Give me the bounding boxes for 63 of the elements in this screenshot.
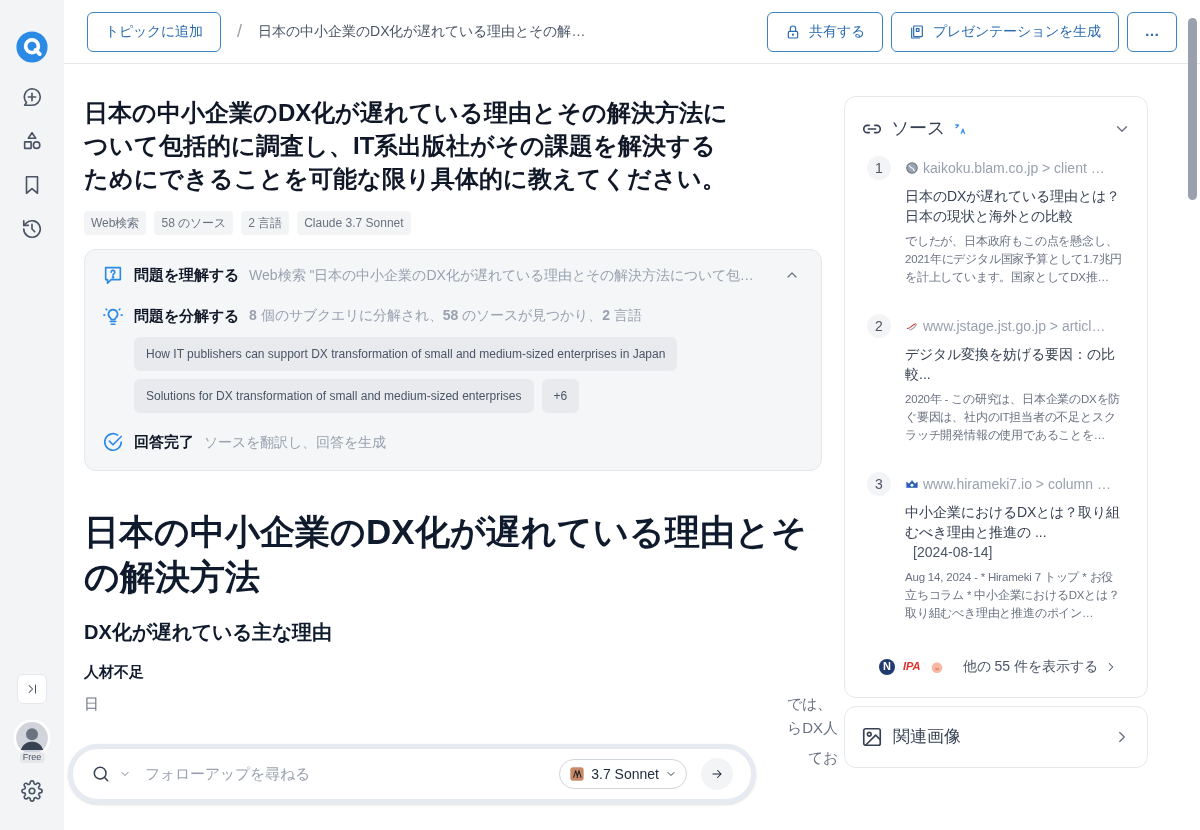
step-title: 問題を分解する: [134, 305, 239, 326]
search-icon[interactable]: [91, 764, 111, 784]
source-title[interactable]: デジタル変換を妨げる要因：の比較...: [905, 344, 1123, 384]
subquery-chip[interactable]: How IT publishers can support DX transformation of small and medium-sized enterprises in Japan: [134, 337, 678, 371]
tag: Web検索: [84, 211, 147, 235]
image-icon: [861, 726, 883, 748]
subquery-chip[interactable]: Solutions for DX transformation of small and medium-sized enterprises: [134, 379, 534, 413]
share-button[interactable]: 共有する: [767, 11, 883, 52]
slides-icon: [909, 23, 925, 40]
arrow-right-icon: [710, 767, 724, 781]
logo-icon: [15, 30, 49, 64]
answer-title: 日本の中小企業のDX化が遅れている理由とその解決方法: [84, 510, 808, 598]
check-circle-icon: [102, 431, 124, 454]
more-queries-chip[interactable]: +6: [541, 379, 580, 413]
followup-input[interactable]: フォローアップを尋ねる: [145, 762, 552, 786]
history-icon[interactable]: [21, 218, 43, 240]
tag: 58 のソース: [154, 211, 234, 235]
crown-logo-icon: [905, 477, 919, 491]
source-number: 3: [867, 472, 891, 496]
tag: 2 言語: [241, 211, 290, 235]
faded-text: では、: [787, 694, 832, 714]
generate-presentation-button[interactable]: プレゼンテーションを生成: [891, 11, 1119, 52]
scrollbar[interactable]: [1188, 18, 1197, 200]
faded-text: てお: [808, 748, 838, 768]
step-detail: ソースを翻訳し、回答を生成: [204, 432, 386, 452]
more-button[interactable]: …: [1127, 11, 1177, 52]
source-number: 2: [867, 314, 891, 338]
show-more-sources-link[interactable]: 他の 55 件を表示する: [962, 656, 1118, 677]
shapes-icon[interactable]: [21, 130, 43, 152]
source-title[interactable]: 中小企業におけるDXとは？取り組むべき理由と推進の ...: [905, 502, 1123, 542]
plan-badge: Free: [19, 752, 45, 763]
step-detail: Web検索 "日本の中小企業のDX化が遅れている理由とその解決方法について包…: [249, 265, 754, 285]
question-bubble-icon: [102, 264, 124, 287]
source-snippet: でしたが、日本政府もこの点を懸念し、2021年にデジタル国家予算として1.7兆円を計上しています。国家としてDX推…: [905, 234, 1123, 285]
sources-title: ソース: [891, 117, 945, 140]
source-date: [2024-08-14]: [912, 543, 994, 562]
breadcrumb-title: 日本の中小企業のDX化が遅れている理由とその解…: [258, 22, 586, 41]
collapse-sidebar-button[interactable]: [17, 674, 47, 704]
question-title: 日本の中小企業のDX化が遅れている理由とその解決方法について包括的に調査し、IT系出版社がその課題を解決するためにできることを可能な限り具体的に教えてください。: [84, 98, 730, 194]
section-heading: DX化が遅れている主な理由: [84, 619, 333, 645]
faded-text: 日: [84, 694, 99, 714]
send-button[interactable]: [701, 758, 733, 790]
model-icon: [569, 766, 586, 782]
collapse-icon: [25, 682, 39, 696]
add-topic-button[interactable]: トピックに追加: [87, 11, 221, 52]
settings-icon[interactable]: [21, 780, 43, 802]
tag: Claude 3.7 Sonnet: [297, 211, 411, 235]
lock-icon: [785, 23, 801, 40]
new-chat-icon[interactable]: [21, 86, 43, 108]
step-title: 問題を理解する: [134, 265, 239, 285]
source-number: 1: [867, 156, 891, 180]
related-images-title: 関連画像: [893, 726, 961, 749]
related-images-card[interactable]: 関連画像: [844, 706, 1148, 768]
logo-n: N: [879, 658, 895, 675]
breadcrumb-separator: /: [237, 20, 242, 43]
source-snippet: 2020年 - この研究は、日本企業のDXを防ぐ要因は、社内のIT担当者の不足とスクラッチ開発情報の使用であることを…: [905, 392, 1122, 443]
subsection-heading: 人材不足: [84, 661, 145, 682]
source-snippet: Aug 14, 2024 - * Hirameki 7 トップ * お役立ちコラム * 中小企業におけるDXとは？取り組むべき理由と推進のポイン…: [905, 570, 1121, 621]
logo-ipa: IPA: [903, 659, 921, 675]
step-title: 回答完了: [134, 432, 194, 452]
source-title[interactable]: 日本のDXが遅れている理由とは？日本の現状と海外との比較: [905, 186, 1123, 226]
step-detail: 8 個のサブクエリに分解され、58 のソースが見つかり、2 言語: [249, 306, 642, 326]
faded-text: らDX人: [787, 718, 838, 738]
